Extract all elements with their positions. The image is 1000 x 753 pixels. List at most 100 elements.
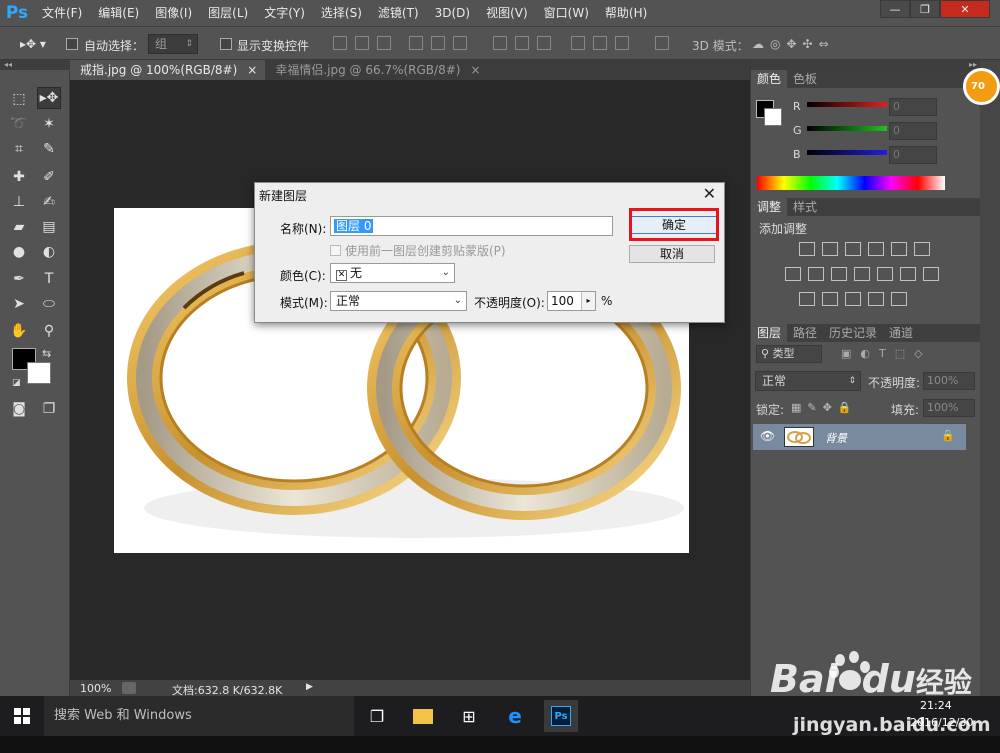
default-colors-icon[interactable]: ◪ bbox=[12, 378, 21, 388]
black-white-icon[interactable] bbox=[808, 267, 824, 281]
zoom-tool-icon[interactable]: ⚲ bbox=[37, 320, 61, 342]
tab-close-icon[interactable]: × bbox=[247, 60, 257, 80]
distribute-left-icon[interactable] bbox=[571, 36, 585, 50]
menu-item[interactable]: 视图(V) bbox=[478, 0, 536, 26]
healing-brush-icon[interactable]: ✚ bbox=[7, 166, 31, 188]
vibrance-icon[interactable] bbox=[891, 242, 907, 256]
history-brush-icon[interactable]: ✍ bbox=[37, 191, 61, 213]
tab-adjustments[interactable]: 调整 bbox=[751, 198, 788, 216]
tab-channels[interactable]: 通道 bbox=[883, 324, 919, 342]
background-color-swatch[interactable] bbox=[27, 362, 51, 384]
brightness-icon[interactable] bbox=[799, 242, 815, 256]
status-arrow-icon[interactable]: ▶ bbox=[306, 682, 313, 692]
menu-item[interactable]: 窗口(W) bbox=[536, 0, 597, 26]
task-view-icon[interactable]: ❐ bbox=[360, 700, 394, 732]
invert-icon[interactable] bbox=[900, 267, 916, 281]
notification-badge[interactable]: 70 bbox=[963, 68, 1000, 105]
edge-icon[interactable]: e bbox=[498, 700, 532, 732]
tools-collapse-icon[interactable]: ◂◂ bbox=[0, 60, 70, 70]
canvas-area[interactable] bbox=[70, 80, 750, 680]
exposure-icon[interactable] bbox=[868, 242, 884, 256]
tab-close-icon[interactable]: × bbox=[470, 60, 480, 80]
clip-mask-checkbox[interactable] bbox=[330, 245, 341, 256]
hand-tool-icon[interactable]: ✋ bbox=[7, 320, 31, 342]
posterize-icon[interactable] bbox=[923, 267, 939, 281]
channel-slider[interactable] bbox=[807, 150, 887, 155]
tab-couple[interactable]: 幸福情侣.jpg @ 66.7%(RGB/8#) × bbox=[265, 60, 488, 80]
screen-mode-icon[interactable]: ❐ bbox=[37, 398, 61, 420]
windows-start-icon[interactable] bbox=[14, 708, 30, 724]
minimize-button[interactable]: — bbox=[880, 0, 910, 18]
tab-ring[interactable]: 戒指.jpg @ 100%(RGB/8#) × bbox=[70, 60, 266, 80]
panels-collapse-icon[interactable]: ▸▸ bbox=[751, 60, 981, 70]
channel-slider[interactable] bbox=[807, 102, 887, 107]
3d-tools-icons[interactable]: ☁◎✥✣⇔ bbox=[752, 37, 835, 51]
dodge-tool-icon[interactable]: ◐ bbox=[37, 241, 61, 263]
taskbar-search[interactable]: 搜索 Web 和 Windows bbox=[44, 696, 354, 736]
channel-value-input[interactable]: 0 bbox=[889, 122, 937, 140]
color-bg-swatch[interactable] bbox=[764, 108, 782, 126]
move-tool-icon[interactable]: ▸✥ ▾ bbox=[20, 37, 46, 51]
eraser-tool-icon[interactable]: ▰ bbox=[7, 216, 31, 238]
menu-item[interactable]: 文件(F) bbox=[34, 0, 90, 26]
gradient-map-icon[interactable] bbox=[822, 292, 838, 306]
blur-tool-icon[interactable]: ● bbox=[7, 241, 31, 263]
distribute-hcenter-icon[interactable] bbox=[593, 36, 607, 50]
fill-input[interactable]: 100% bbox=[923, 399, 975, 417]
color-lookup-icon[interactable] bbox=[877, 267, 893, 281]
eye-icon[interactable]: 👁 bbox=[760, 429, 775, 443]
channel-value-input[interactable]: 0 bbox=[889, 146, 937, 164]
pen-tool-icon[interactable]: ✒ bbox=[7, 268, 31, 290]
selective-color-icon[interactable] bbox=[845, 292, 861, 306]
tab-swatches[interactable]: 色板 bbox=[787, 70, 823, 88]
align-top-icon[interactable] bbox=[333, 36, 347, 50]
opacity-input[interactable]: 100 ▸ bbox=[547, 291, 596, 311]
distribute-vcenter-icon[interactable] bbox=[515, 36, 529, 50]
lock-icons[interactable]: ▦✎✥🔒 bbox=[791, 401, 858, 414]
magic-wand-icon[interactable]: ✶ bbox=[37, 113, 61, 135]
clone-stamp-icon[interactable]: ⊥ bbox=[7, 191, 31, 213]
close-window-button[interactable]: ✕ bbox=[940, 0, 990, 18]
distribute-right-icon[interactable] bbox=[615, 36, 629, 50]
eyedropper-icon[interactable]: ✎ bbox=[37, 138, 61, 160]
distribute-bottom-icon[interactable] bbox=[537, 36, 551, 50]
tab-styles[interactable]: 样式 bbox=[787, 198, 823, 216]
menu-item[interactable]: 图层(L) bbox=[200, 0, 256, 26]
menu-item[interactable]: 编辑(E) bbox=[90, 0, 147, 26]
blend-mode-dropdown[interactable]: 正常 ⇕ bbox=[755, 371, 861, 391]
channel-slider[interactable] bbox=[807, 126, 887, 131]
tab-layers[interactable]: 图层 bbox=[751, 324, 788, 342]
swap-colors-icon[interactable]: ⇆ bbox=[42, 347, 51, 360]
menu-item[interactable]: 图像(I) bbox=[147, 0, 200, 26]
shadows-icon[interactable] bbox=[868, 292, 884, 306]
status-icon[interactable] bbox=[122, 682, 136, 694]
align-left-icon[interactable] bbox=[409, 36, 423, 50]
layer-row-background[interactable]: 👁 背景 🔒 bbox=[753, 424, 966, 450]
menu-item[interactable]: 选择(S) bbox=[313, 0, 370, 26]
menu-item[interactable]: 3D(D) bbox=[427, 0, 478, 26]
zoom-level[interactable]: 100% bbox=[80, 682, 111, 695]
menu-item[interactable]: 文字(Y) bbox=[256, 0, 313, 26]
distribute-top-icon[interactable] bbox=[493, 36, 507, 50]
levels-icon[interactable] bbox=[822, 242, 838, 256]
threshold-icon[interactable] bbox=[799, 292, 815, 306]
layer-filter-icons[interactable]: ▣◐T⬚◇ bbox=[841, 347, 932, 360]
curves-icon[interactable] bbox=[845, 242, 861, 256]
auto-select-dropdown[interactable]: 组 ⇕ bbox=[148, 34, 198, 54]
quick-mask-icon[interactable]: ◙ bbox=[7, 398, 31, 420]
ellipse-tool-icon[interactable]: ⬭ bbox=[37, 293, 61, 315]
gradient-tool-icon[interactable]: ▤ bbox=[37, 216, 61, 238]
auto-select-checkbox[interactable] bbox=[66, 38, 78, 50]
tab-color[interactable]: 颜色 bbox=[751, 70, 788, 88]
align-right-icon[interactable] bbox=[453, 36, 467, 50]
show-transform-checkbox[interactable] bbox=[220, 38, 232, 50]
align-bottom-icon[interactable] bbox=[377, 36, 391, 50]
channel-value-input[interactable]: 0 bbox=[889, 98, 937, 116]
menu-item[interactable]: 滤镜(T) bbox=[370, 0, 427, 26]
hue-saturation-icon[interactable] bbox=[914, 242, 930, 256]
photoshop-taskbar-icon[interactable]: Ps bbox=[544, 700, 578, 732]
mode-dropdown[interactable]: 正常 ⌄ bbox=[330, 291, 467, 311]
auto-align-icon[interactable] bbox=[655, 36, 669, 50]
tab-paths[interactable]: 路径 bbox=[787, 324, 823, 342]
cancel-button[interactable]: 取消 bbox=[629, 245, 715, 263]
